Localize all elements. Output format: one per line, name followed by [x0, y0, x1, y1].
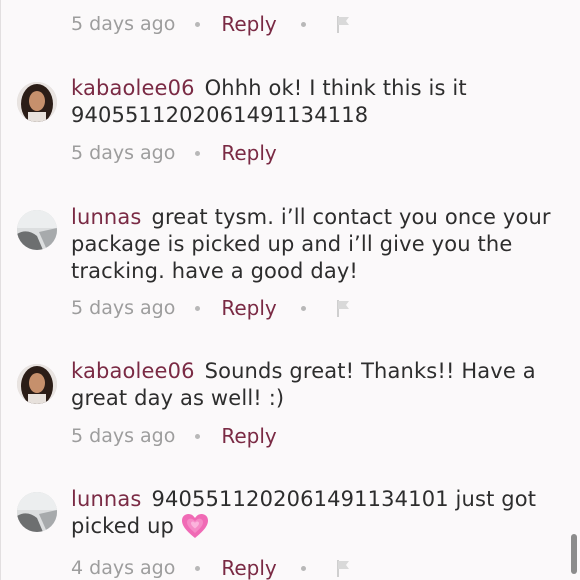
- avatar[interactable]: [17, 492, 57, 532]
- comment-body: lunnas 9405511202061491134101 just got pi…: [71, 486, 551, 540]
- comment-meta: 4 days ago Reply: [71, 554, 350, 580]
- scrollbar-thumb[interactable]: [571, 534, 577, 574]
- comment-body: kabaolee06 Sounds great! Thanks!! Have a …: [71, 358, 551, 412]
- comment-time: 5 days ago: [71, 297, 176, 319]
- comment-time: 5 days ago: [71, 425, 176, 447]
- flag-icon[interactable]: [336, 299, 350, 317]
- separator-dot: [195, 150, 201, 156]
- comment-time: 5 days ago: [71, 142, 176, 164]
- comment-body: kabaolee06 Ohhh ok! I think this is it 94…: [71, 75, 551, 129]
- avatar[interactable]: [17, 82, 57, 122]
- comment-time: 5 days ago: [71, 13, 176, 35]
- comment-username[interactable]: kabaolee06: [71, 359, 195, 383]
- comment-text: great tysm. i’ll contact you once your p…: [71, 205, 551, 283]
- separator-dot: [300, 21, 306, 27]
- separator-dot: [195, 305, 201, 311]
- separator-dot: [195, 433, 201, 439]
- comment-meta: 5 days ago Reply: [71, 422, 277, 450]
- reply-button[interactable]: Reply: [221, 424, 276, 448]
- reply-button[interactable]: Reply: [221, 296, 276, 320]
- comment-username[interactable]: lunnas: [71, 487, 141, 511]
- comment-meta: 5 days ago Reply: [71, 294, 350, 322]
- comment-thread: 5 days ago Reply kabaolee06 Ohhh ok! I th…: [0, 0, 580, 580]
- comment-body: lunnas great tysm. i’ll contact you once …: [71, 204, 551, 285]
- separator-dot: [300, 565, 306, 571]
- reply-button[interactable]: Reply: [221, 556, 276, 580]
- avatar[interactable]: [17, 210, 57, 250]
- comment-username[interactable]: kabaolee06: [71, 76, 195, 100]
- avatar[interactable]: [17, 364, 57, 404]
- flag-icon[interactable]: [336, 559, 350, 577]
- separator-dot: [195, 21, 201, 27]
- reply-button[interactable]: Reply: [221, 141, 276, 165]
- comment-time: 4 days ago: [71, 557, 176, 579]
- comment-meta: 5 days ago Reply: [71, 10, 350, 38]
- comment-username[interactable]: lunnas: [71, 205, 141, 229]
- reply-button[interactable]: Reply: [221, 12, 276, 36]
- separator-dot: [195, 565, 201, 571]
- growing-heart-icon: [181, 513, 209, 539]
- flag-icon[interactable]: [336, 15, 350, 33]
- separator-dot: [300, 305, 306, 311]
- comment-meta: 5 days ago Reply: [71, 139, 277, 167]
